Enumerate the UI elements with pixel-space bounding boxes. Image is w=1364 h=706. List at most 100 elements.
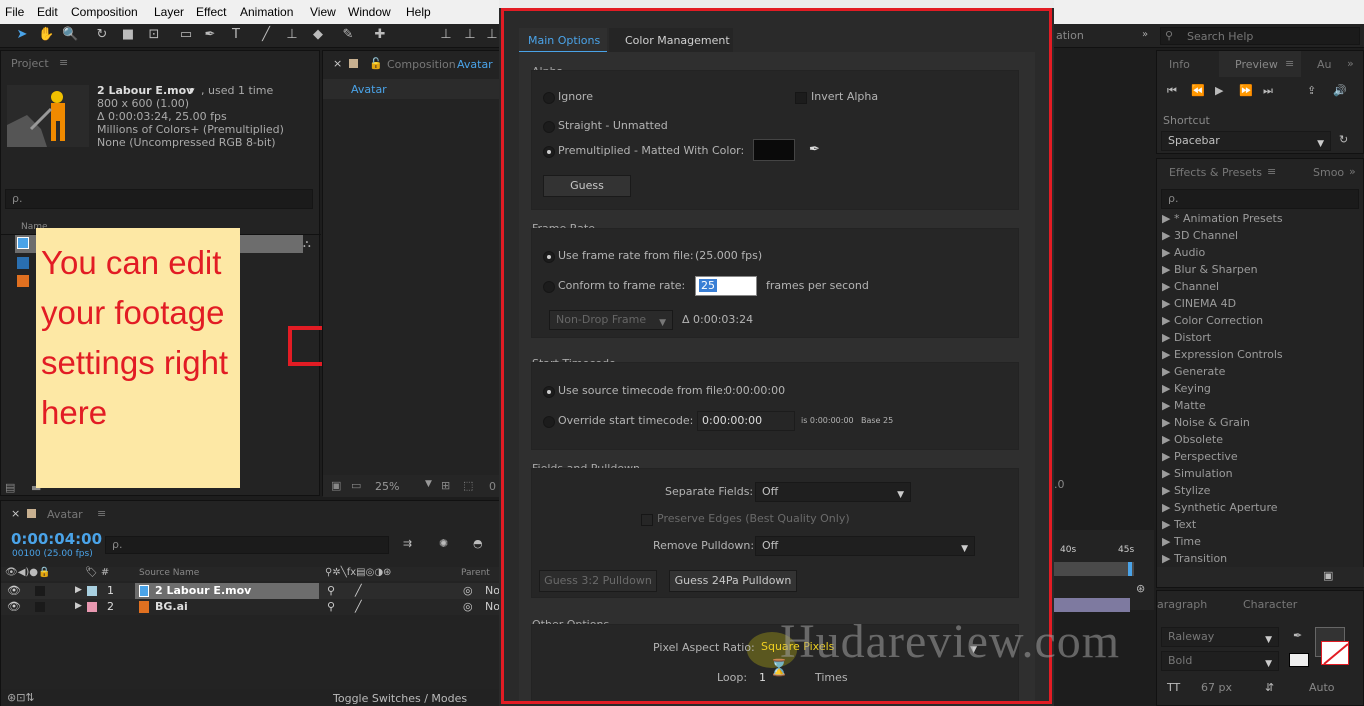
source-name-header[interactable]: Source Name <box>139 568 199 578</box>
list-item[interactable]: ▶ CINEMA 4D <box>1162 297 1236 310</box>
loop-value[interactable]: 1 <box>759 671 766 684</box>
separate-fields-dropdown[interactable]: Off ▼ <box>755 482 911 502</box>
list-item[interactable]: ▶ Keying <box>1162 382 1211 395</box>
zoom-dropdown-icon[interactable]: ▼ <box>425 479 432 489</box>
conform-fps-input[interactable]: 25 <box>695 276 757 296</box>
effects-search-input[interactable]: ρ. <box>1161 189 1359 209</box>
override-timecode-label[interactable]: Override start timecode: <box>558 414 693 427</box>
expand-layer-icon[interactable]: ▶ <box>75 601 82 611</box>
fill-color-swatch[interactable] <box>1289 653 1309 667</box>
brush-tool-icon[interactable]: ╱ <box>258 27 274 43</box>
layer-color-label[interactable] <box>87 586 97 596</box>
monitor-icon[interactable]: ▭ <box>351 479 361 492</box>
drop-frame-dropdown[interactable]: Non-Drop Frame ▼ <box>549 310 673 330</box>
effects-tab[interactable]: Effects & Presets <box>1169 166 1262 179</box>
menu-animation[interactable]: Animation <box>240 5 293 19</box>
pan-behind-tool-icon[interactable]: ⊡ <box>146 27 162 43</box>
table-row[interactable]: 👁 ▶ 2 BG.ai ⚲ ╱ ◎ No <box>1 599 501 615</box>
expand-layer-icon[interactable]: ▶ <box>75 585 82 595</box>
preview-tab[interactable]: Preview <box>1235 58 1278 71</box>
hand-tool-icon[interactable]: ✋ <box>38 27 54 43</box>
guess-button[interactable]: Guess <box>543 175 631 197</box>
parent-value[interactable]: No <box>485 584 500 597</box>
shortcut-dropdown[interactable]: Spacebar ▼ <box>1161 131 1331 151</box>
guess-24pa-pulldown-button[interactable]: Guess 24Pa Pulldown <box>669 570 797 592</box>
straight-unmatted-label[interactable]: Straight - Unmatted <box>558 119 668 132</box>
list-item[interactable]: ▶ Matte <box>1162 399 1206 412</box>
current-timecode[interactable]: 0:00:04:00 <box>11 530 102 548</box>
matte-color-swatch[interactable] <box>753 139 795 161</box>
av-switches-icon[interactable]: 👁◀)●🔒 <box>5 567 50 578</box>
first-frame-icon[interactable]: ⏮ <box>1167 84 1177 98</box>
puppet-tool-icon[interactable]: ✚ <box>372 27 388 43</box>
timeline-search-input[interactable]: ρ. <box>105 536 389 554</box>
axis-world-icon[interactable]: ⊥ <box>462 27 478 43</box>
more-panels-icon[interactable]: » <box>1347 57 1354 70</box>
list-item[interactable]: ▶ Expression Controls <box>1162 348 1283 361</box>
lock-icon[interactable]: 🔓 <box>369 57 383 70</box>
table-row[interactable]: 👁 ▶ 1 2 Labour E.mov ⚲ ╱ ◎ No <box>1 583 501 599</box>
close-comp-icon[interactable]: × <box>333 57 342 70</box>
visibility-icon[interactable]: 👁 <box>7 600 21 613</box>
comp-tab-name[interactable]: Avatar <box>457 58 493 71</box>
eraser-tool-icon[interactable]: ◆ <box>310 27 326 43</box>
remove-pulldown-dropdown[interactable]: Off ▼ <box>755 536 975 556</box>
draft-3d-icon[interactable]: ✺ <box>439 537 448 550</box>
smoother-tab[interactable]: Smoo <box>1313 166 1344 179</box>
toggle-switches-modes[interactable]: Toggle Switches / Modes <box>333 692 467 705</box>
footage-dropdown-icon[interactable]: ▾ <box>189 84 195 97</box>
list-item[interactable]: ▶ Color Correction <box>1162 314 1263 327</box>
selection-tool-icon[interactable]: ➤ <box>14 27 30 43</box>
reset-shortcut-icon[interactable]: ↻ <box>1339 133 1348 146</box>
timeline-tab[interactable]: Avatar <box>47 508 83 521</box>
info-tab[interactable]: Info <box>1169 58 1190 71</box>
close-timeline-icon[interactable]: × <box>11 507 20 520</box>
roto-brush-tool-icon[interactable]: ✎ <box>340 27 356 43</box>
zoom-tool-icon[interactable]: 🔍 <box>62 27 78 43</box>
guess-32-pulldown-button[interactable]: Guess 3:2 Pulldown <box>539 570 657 592</box>
list-item[interactable]: ▶ Perspective <box>1162 450 1238 463</box>
project-tab[interactable]: Project <box>11 57 49 70</box>
interpret-footage-icon[interactable]: ▤ <box>5 481 15 494</box>
type-tool-icon[interactable]: T <box>228 27 244 43</box>
region-icon[interactable]: ▣ <box>331 479 341 492</box>
pickwhip-icon[interactable]: ◎ <box>463 584 473 597</box>
list-item[interactable]: ▶ Noise & Grain <box>1162 416 1250 429</box>
work-area-end-handle[interactable] <box>1128 562 1132 576</box>
list-item[interactable]: ▶ Channel <box>1162 280 1219 293</box>
list-item[interactable]: ▶ Time <box>1162 535 1201 548</box>
panel-menu-icon[interactable]: ≡ <box>1267 165 1276 178</box>
list-item[interactable]: ▶ * Animation Presets <box>1162 212 1283 225</box>
tab-main-options[interactable]: Main Options <box>519 28 607 52</box>
menu-view[interactable]: View <box>310 5 336 19</box>
panel-menu-icon[interactable]: ≡ <box>1285 57 1294 70</box>
tab-color-management[interactable]: Color Management <box>609 28 733 52</box>
snapshot-icon[interactable]: ⊛ <box>1136 582 1145 595</box>
workspace-label[interactable]: ation <box>1056 29 1084 42</box>
premultiplied-radio[interactable] <box>543 146 555 158</box>
layer-name[interactable]: BG.ai <box>155 600 188 613</box>
motion-blur-icon[interactable]: ◓ <box>473 537 483 550</box>
switches-header-icons[interactable]: ⚲✲╲fx▤◎◑⊛ <box>325 567 391 578</box>
axis-view-icon[interactable]: ⊥ <box>484 27 500 43</box>
straight-unmatted-radio[interactable] <box>543 121 555 133</box>
panel-menu-icon[interactable]: ≡ <box>97 507 106 520</box>
layer-bar[interactable] <box>1054 598 1130 612</box>
menu-effect[interactable]: Effect <box>196 5 226 19</box>
character-tab[interactable]: Character <box>1243 598 1297 611</box>
footer-switch-icons[interactable]: ⊛⊡⇅ <box>7 691 35 704</box>
leading-value[interactable]: Auto <box>1309 681 1335 694</box>
pen-tool-icon[interactable]: ✒ <box>202 27 218 43</box>
menu-help[interactable]: Help <box>406 5 431 19</box>
zoom-level[interactable]: 25% <box>375 480 399 493</box>
list-item[interactable]: ▶ Stylize <box>1162 484 1210 497</box>
mute-audio-icon[interactable]: 🔊 <box>1333 84 1347 97</box>
parent-header[interactable]: Parent <box>461 568 490 578</box>
use-source-timecode-radio[interactable] <box>543 386 555 398</box>
work-area-bar[interactable] <box>1054 562 1134 576</box>
font-style-dropdown[interactable]: Bold ▼ <box>1161 651 1279 671</box>
project-search-input[interactable]: ρ. <box>5 189 313 209</box>
premultiplied-label[interactable]: Premultiplied - Matted With Color: <box>558 144 744 157</box>
play-icon[interactable]: ▶ <box>1215 84 1223 97</box>
list-item[interactable]: ▶ Synthetic Aperture <box>1162 501 1278 514</box>
